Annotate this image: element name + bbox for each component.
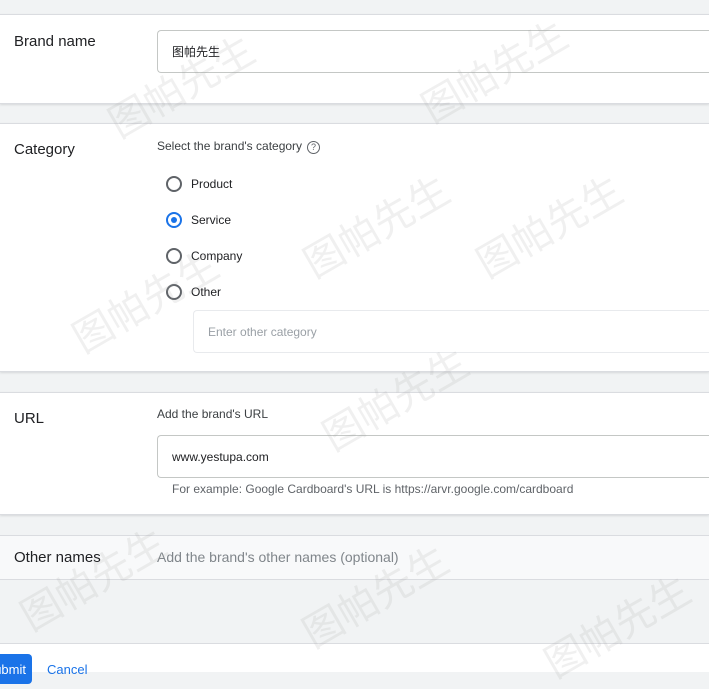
radio-company[interactable]: Company [166,248,242,264]
submit-button-label: Submit [0,662,26,677]
other-names-label: Other names [14,549,101,566]
url-value: www.yestupa.com [172,449,269,464]
radio-other[interactable]: Other [166,284,221,300]
category-prompt-text: Select the brand's category [157,139,303,153]
radio-company-circle[interactable] [166,248,182,264]
brand-name-label: Brand name [14,33,96,50]
radio-service-label: Service [191,213,232,227]
other-category-placeholder: Enter other category [208,324,317,339]
radio-product[interactable]: Product [166,176,232,192]
radio-company-label: Company [191,249,243,263]
url-example-hint: For example: Google Cardboard's URL is h… [172,482,574,496]
submit-button[interactable]: Submit [0,654,32,684]
footer-bar: Submit Cancel [0,643,709,684]
other-names-row[interactable]: Other names Add the brand's other names … [0,535,709,580]
brand-name-input[interactable]: 图帕先生 [157,30,709,73]
url-input[interactable]: www.yestupa.com [157,435,709,478]
radio-product-label: Product [191,177,233,191]
other-category-input[interactable]: Enter other category [193,310,709,353]
radio-product-circle[interactable] [166,176,182,192]
radio-service-circle[interactable] [166,212,182,228]
url-card: URL Add the brand's URL www.yestupa.com [0,392,709,515]
category-label: Category [14,141,75,158]
cancel-button[interactable]: Cancel [47,662,87,677]
brand-name-value: 图帕先生 [172,45,221,59]
url-label: URL [14,410,45,427]
url-prompt: Add the brand's URL [157,407,269,421]
other-names-placeholder: Add the brand's other names (optional) [157,549,399,565]
category-prompt: Select the brand's category? [157,139,321,154]
help-icon[interactable]: ? [307,141,321,154]
radio-other-label: Other [191,285,222,299]
radio-other-circle[interactable] [166,284,182,300]
radio-service[interactable]: Service [166,212,231,228]
brand-name-card: Brand name 图帕先生 [0,14,709,104]
